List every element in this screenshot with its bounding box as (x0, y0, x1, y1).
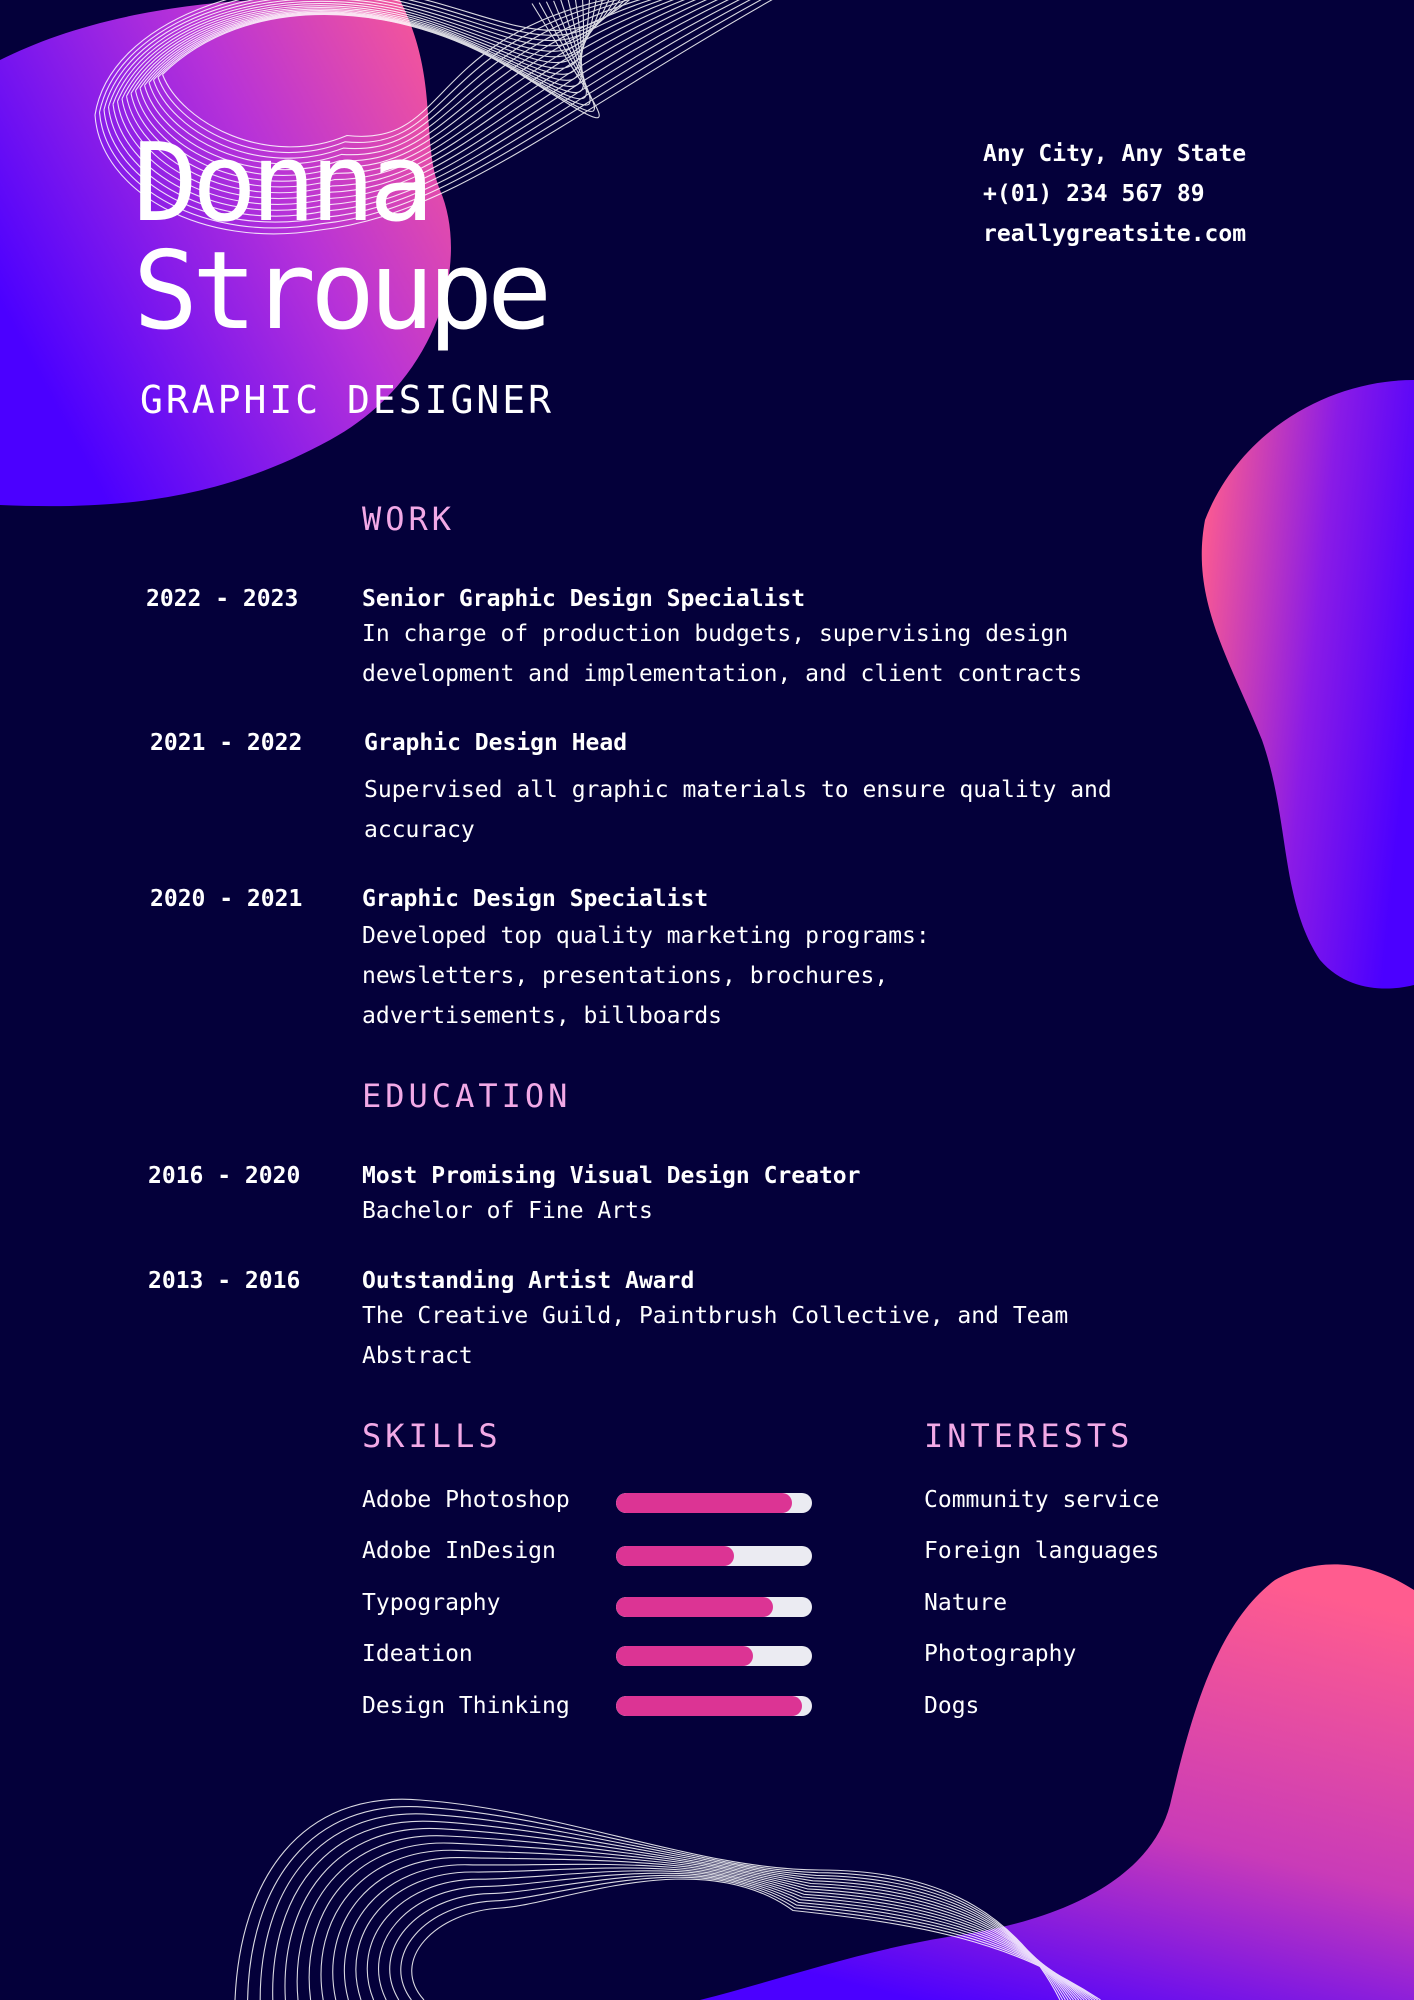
skill-bar (616, 1493, 812, 1513)
right-blob (1201, 380, 1414, 989)
contact-website[interactable]: reallygreatsite.com (983, 214, 1246, 254)
work-years: 2020 - 2021 (150, 886, 303, 912)
bottom-right-blob (700, 1564, 1414, 2000)
contact-location: Any City, Any State (983, 141, 1247, 167)
work-description: Supervised all graphic materials to ensu… (364, 777, 1112, 843)
interest-item: Dogs (924, 1693, 980, 1719)
work-title: Graphic Design Head (364, 730, 628, 756)
skill-bar (616, 1546, 812, 1566)
education-title: Outstanding Artist Award (362, 1268, 695, 1294)
skills-heading: SKILLS (362, 1417, 502, 1455)
skill-label: Ideation (362, 1641, 473, 1667)
skill-label: Design Thinking (362, 1693, 570, 1719)
education-years: 2016 - 2020 (148, 1163, 301, 1189)
skill-label: Typography (362, 1590, 501, 1616)
work-years: 2021 - 2022 (150, 730, 303, 756)
contact-phone: +(01) 234 567 89 (983, 181, 1205, 207)
interest-item: Community service (924, 1487, 1160, 1513)
work-years: 2022 - 2023 (146, 586, 299, 612)
skill-label: Adobe Photoshop (362, 1487, 570, 1513)
skill-bar-fill (616, 1493, 793, 1513)
skill-bar (616, 1597, 812, 1617)
job-title: GRAPHIC DESIGNER (140, 378, 555, 422)
skill-bar (616, 1646, 812, 1666)
education-description: The Creative Guild, Paintbrush Collectiv… (362, 1303, 1069, 1369)
first-name: Donna (133, 121, 434, 246)
interest-item: Nature (924, 1590, 1008, 1616)
skill-label: Adobe InDesign (362, 1538, 556, 1564)
skill-bar (616, 1696, 812, 1716)
last-name: Stroupe (133, 229, 552, 354)
work-title: Graphic Design Specialist (362, 886, 709, 912)
work-title: Senior Graphic Design Specialist (362, 586, 806, 612)
work-heading: WORK (362, 500, 456, 538)
education-description: Bachelor of Fine Arts (362, 1198, 653, 1224)
education-years: 2013 - 2016 (148, 1268, 301, 1294)
skill-bar-fill (616, 1696, 803, 1716)
education-heading: EDUCATION (362, 1077, 572, 1115)
skill-bar-fill (616, 1546, 734, 1566)
contact-block: Any City, Any State +(01) 234 567 89 rea… (983, 134, 1246, 254)
education-title: Most Promising Visual Design Creator (362, 1163, 861, 1189)
work-description: In charge of production budgets, supervi… (362, 621, 1083, 687)
interest-item: Photography (924, 1641, 1077, 1667)
skill-bar-fill (616, 1646, 754, 1666)
interests-heading: INTERESTS (924, 1417, 1134, 1455)
work-description: Developed top quality marketing programs… (362, 923, 930, 1029)
skill-bar-fill (616, 1597, 773, 1617)
interest-item: Foreign languages (924, 1538, 1160, 1564)
